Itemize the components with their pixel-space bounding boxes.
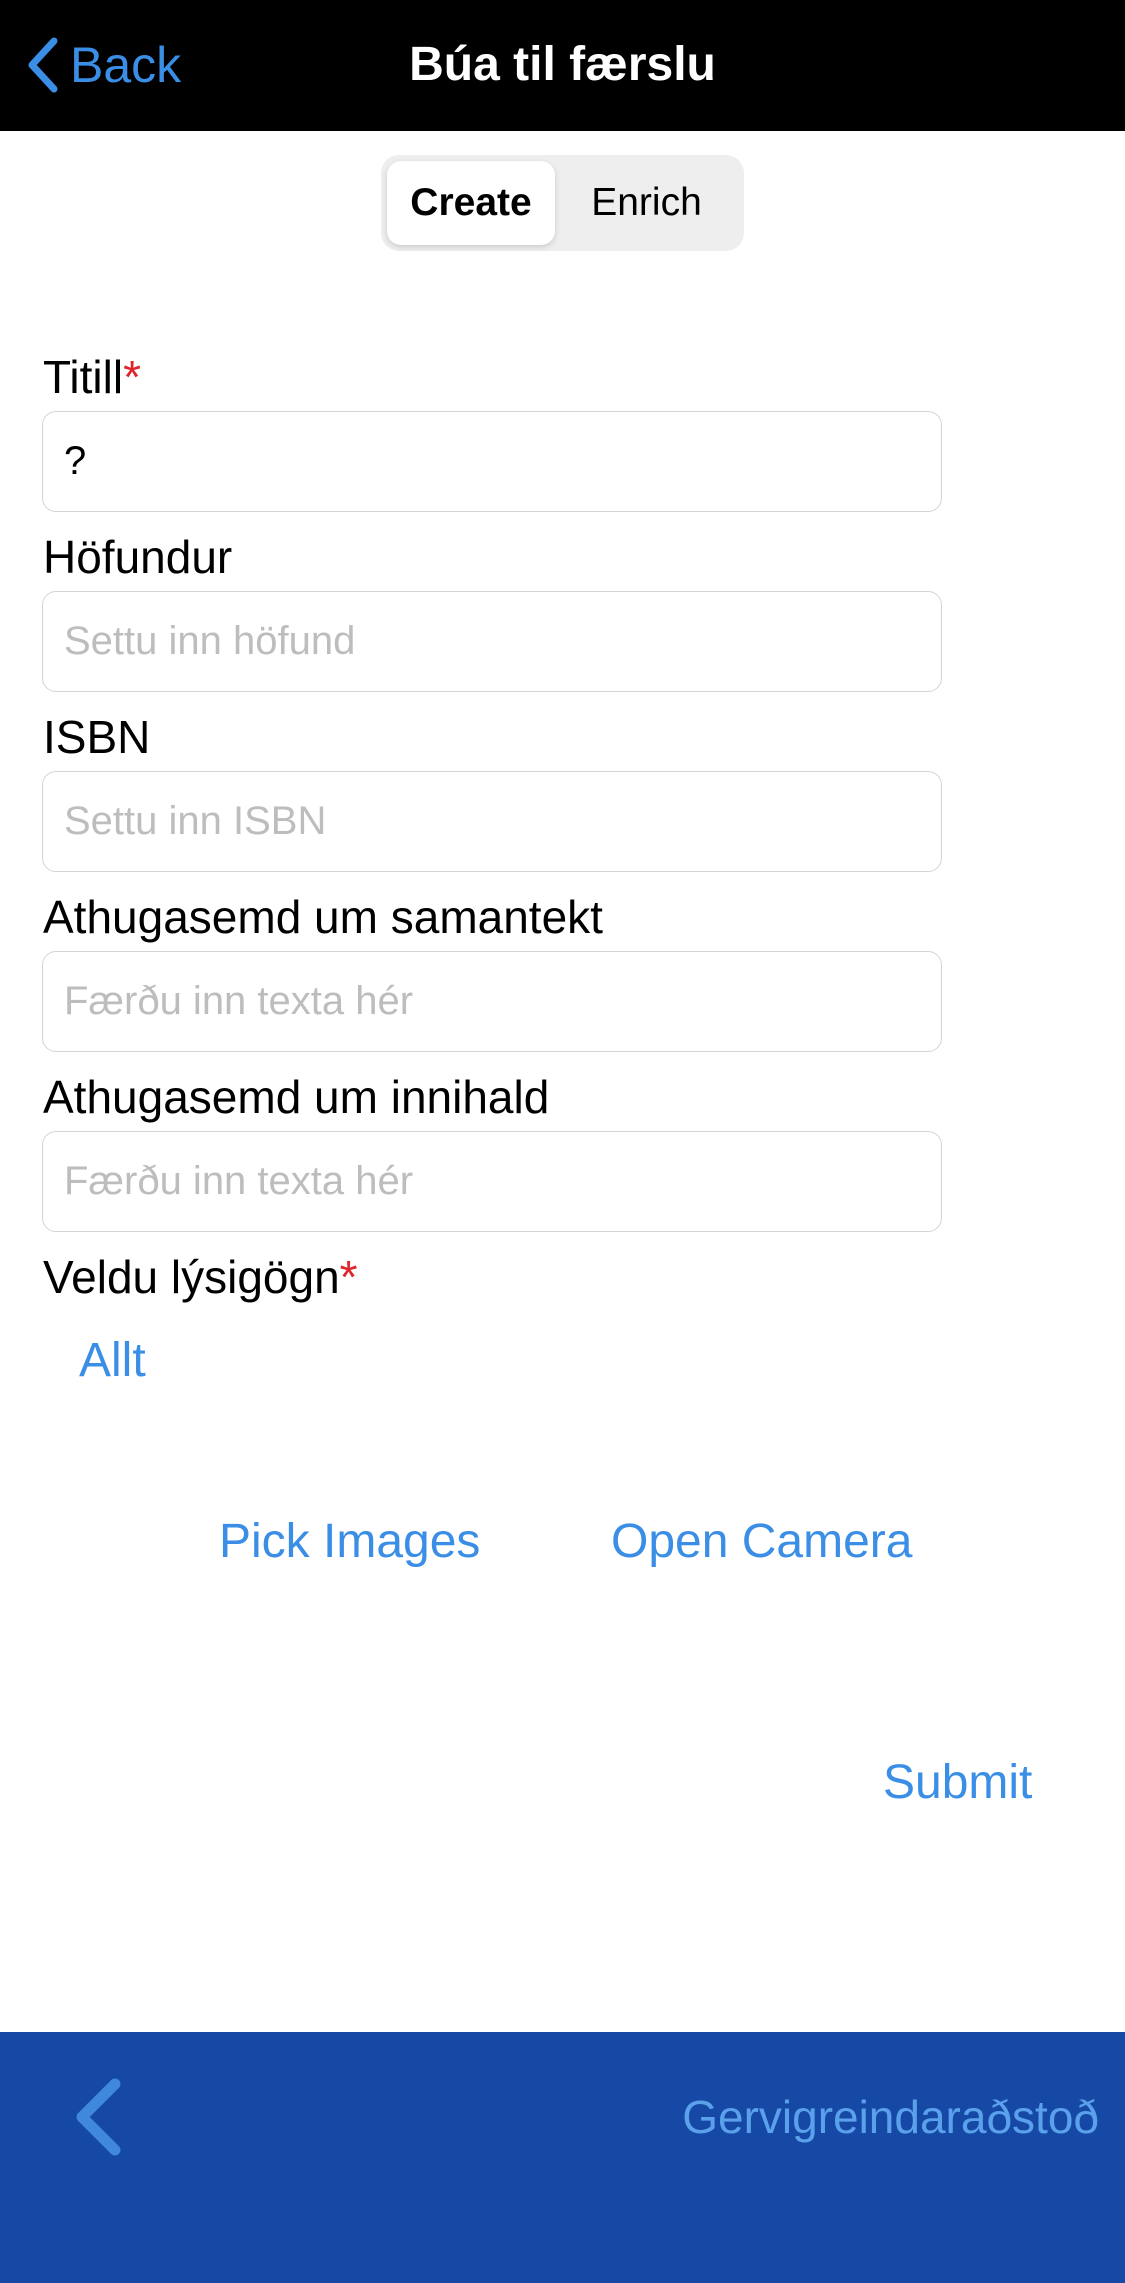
required-mark: * [339, 1251, 358, 1303]
pick-images-button[interactable]: Pick Images [219, 1514, 480, 1569]
bottom-back-button[interactable] [70, 2072, 130, 2162]
submit-button[interactable]: Submit [883, 1755, 1032, 1810]
isbn-input[interactable]: Settu inn ISBN [42, 771, 942, 872]
content-note-label: Athugasemd um innihald [43, 1071, 550, 1123]
chevron-left-icon [76, 2078, 121, 2156]
metadata-selector[interactable]: Allt [79, 1333, 146, 1388]
mode-segmented-control: Create Enrich [381, 155, 744, 251]
segment-enrich[interactable]: Enrich [555, 161, 738, 245]
metadata-label: Veldu lýsigögn* [43, 1250, 358, 1304]
navigation-bar: Back Búa til færslu [0, 0, 1125, 131]
author-placeholder: Settu inn höfund [64, 619, 356, 663]
bottom-bar: Gervigreindaraðstoð [0, 2032, 1125, 2283]
author-input[interactable]: Settu inn höfund [42, 591, 942, 692]
author-label: Höfundur [43, 531, 233, 583]
page-title: Búa til færslu [409, 38, 716, 91]
content-note-input[interactable]: Færðu inn texta hér [42, 1131, 942, 1232]
content-note-placeholder: Færðu inn texta hér [64, 1159, 414, 1203]
summary-note-label: Athugasemd um samantekt [43, 891, 603, 943]
summary-note-input[interactable]: Færðu inn texta hér [42, 951, 942, 1052]
metadata-label-text: Veldu lýsigögn [43, 1251, 340, 1303]
title-label: Titill* [43, 350, 141, 404]
title-input[interactable]: ? [42, 411, 942, 512]
title-label-text: Titill [43, 351, 124, 403]
isbn-label: ISBN [43, 711, 151, 763]
required-mark: * [123, 351, 141, 403]
ai-assistant-button[interactable]: Gervigreindaraðstoð [682, 2082, 1099, 2152]
segment-create[interactable]: Create [387, 161, 555, 245]
isbn-placeholder: Settu inn ISBN [64, 799, 327, 843]
title-input-value: ? [64, 439, 87, 483]
open-camera-button[interactable]: Open Camera [611, 1514, 912, 1569]
summary-note-placeholder: Færðu inn texta hér [64, 979, 414, 1023]
